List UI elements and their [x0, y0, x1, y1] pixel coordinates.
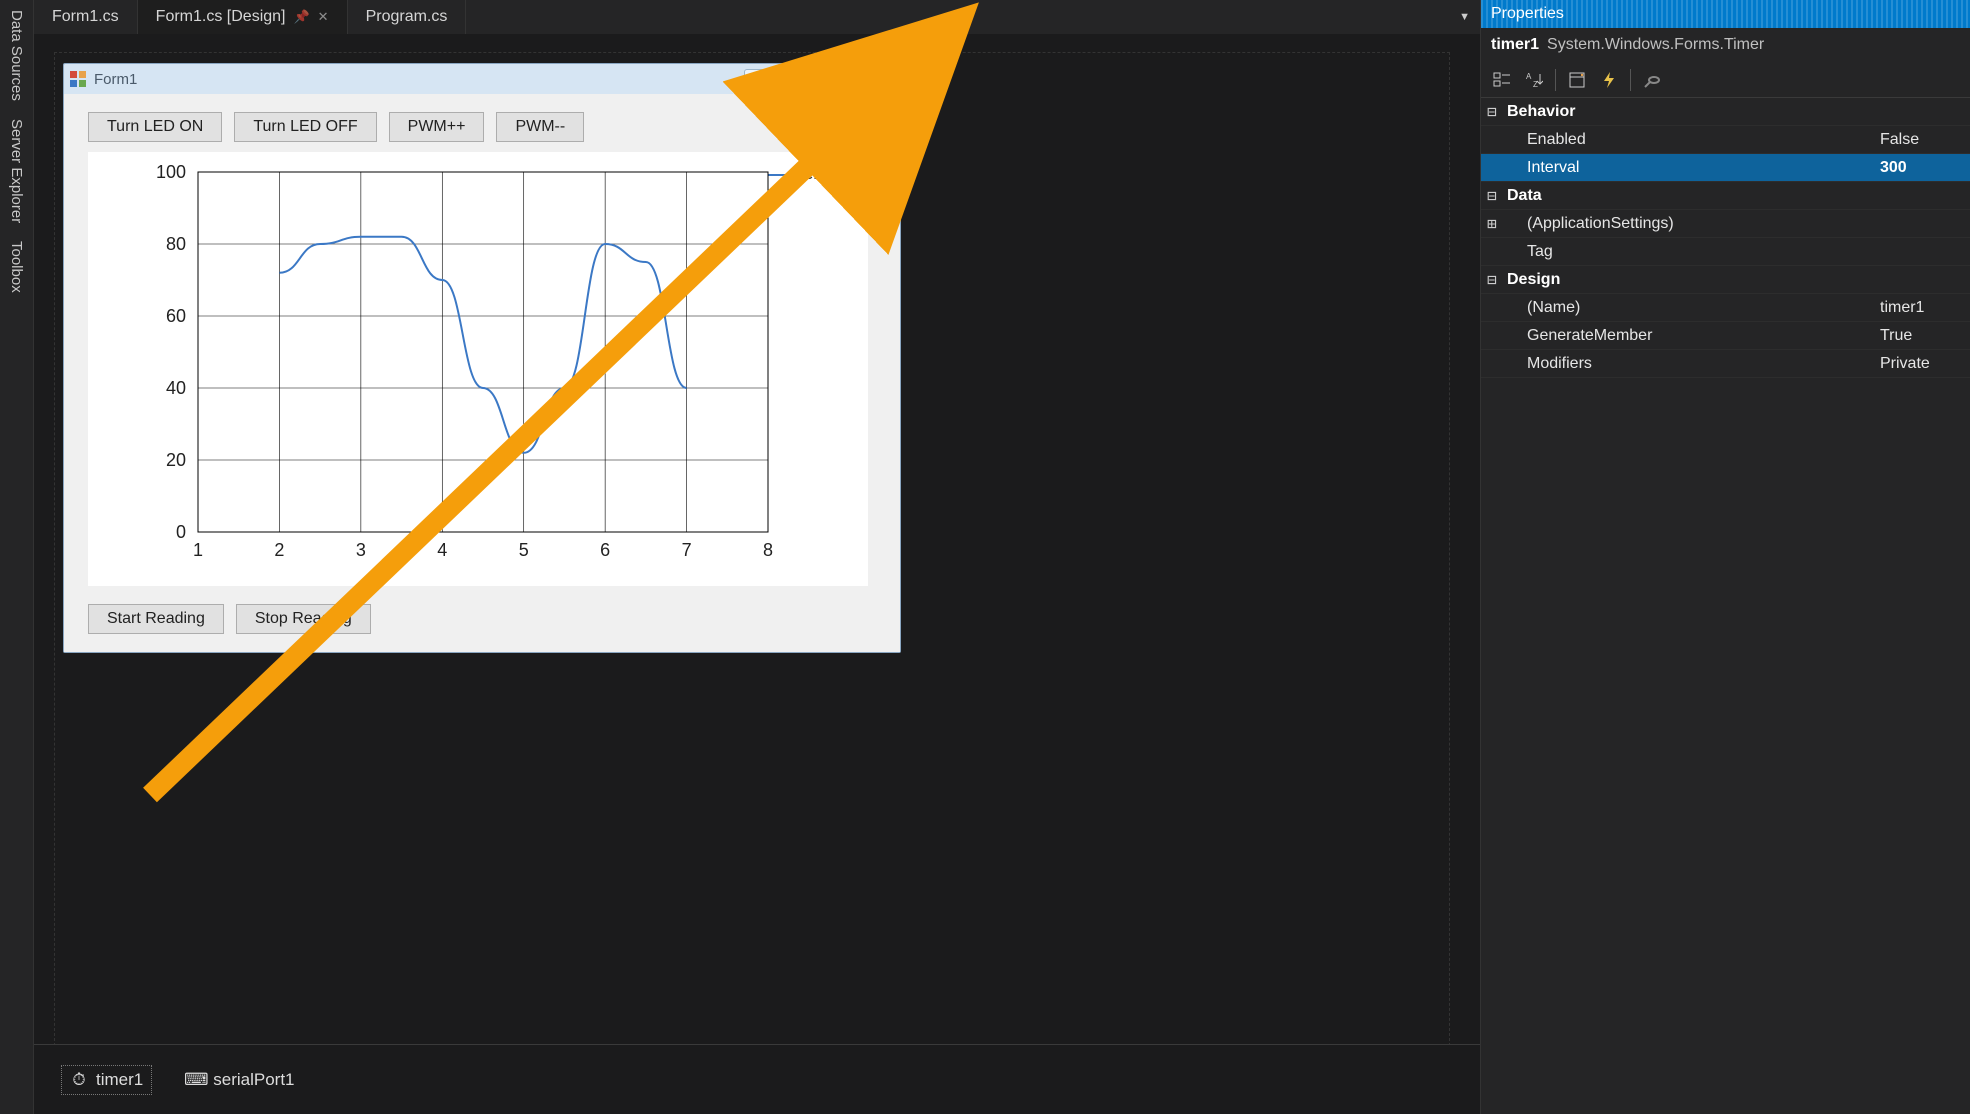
- prop-category[interactable]: ⊟Design: [1481, 266, 1970, 294]
- tab-overflow-button[interactable]: ▼: [1449, 0, 1480, 34]
- close-window-icon[interactable]: ✕: [852, 69, 894, 89]
- prop-category[interactable]: ⊟Data: [1481, 182, 1970, 210]
- properties-view-button[interactable]: [1562, 66, 1592, 94]
- document-tabs: Form1.cs Form1.cs [Design] 📌 ✕ Program.c…: [34, 0, 1480, 34]
- serial-port-icon: ⌨: [187, 1071, 205, 1089]
- collapse-icon[interactable]: ⊟: [1481, 186, 1503, 205]
- pwm-decrement-button[interactable]: PWM--: [496, 112, 584, 142]
- maximize-icon[interactable]: ▭: [798, 69, 840, 89]
- selected-object-class: System.Windows.Forms.Timer: [1547, 36, 1764, 54]
- rail-data-sources[interactable]: Data Sources: [8, 10, 25, 101]
- tray-timer-label: timer1: [96, 1070, 143, 1090]
- svg-text:80: 80: [166, 234, 186, 254]
- events-view-button[interactable]: [1594, 66, 1624, 94]
- prop-row[interactable]: ModifiersPrivate: [1481, 350, 1970, 378]
- svg-text:20: 20: [166, 450, 186, 470]
- svg-text:1: 1: [193, 540, 203, 560]
- side-rail: Data Sources Server Explorer Toolbox: [0, 0, 34, 1114]
- svg-text:6: 6: [600, 540, 610, 560]
- form-body: Turn LED ON Turn LED OFF PWM++ PWM-- Ser…: [64, 94, 900, 652]
- stop-reading-button[interactable]: Stop Reading: [236, 604, 371, 634]
- turn-led-off-button[interactable]: Turn LED OFF: [234, 112, 376, 142]
- svg-text:8: 8: [763, 540, 773, 560]
- svg-text:2: 2: [274, 540, 284, 560]
- properties-panel: Properties timer1 System.Windows.Forms.T…: [1480, 0, 1970, 1114]
- tray-serial-label: serialPort1: [213, 1070, 294, 1090]
- form-title-text: Form1: [94, 71, 137, 88]
- prop-row[interactable]: EnabledFalse: [1481, 126, 1970, 154]
- svg-text:5: 5: [519, 540, 529, 560]
- svg-text:3: 3: [356, 540, 366, 560]
- pin-icon[interactable]: 📌: [293, 9, 309, 25]
- selected-object-name: timer1: [1491, 36, 1539, 54]
- turn-led-on-button[interactable]: Turn LED ON: [88, 112, 222, 142]
- rail-toolbox[interactable]: Toolbox: [8, 241, 25, 293]
- properties-toolbar: AZ: [1481, 62, 1970, 98]
- close-icon[interactable]: ✕: [318, 9, 329, 25]
- prop-row[interactable]: Interval300: [1481, 154, 1970, 182]
- prop-row[interactable]: Tag: [1481, 238, 1970, 266]
- timer-icon: ⏱: [70, 1071, 88, 1089]
- tab-program-cs[interactable]: Program.cs: [348, 0, 467, 34]
- tray-timer1[interactable]: ⏱ timer1: [62, 1066, 151, 1094]
- minimize-icon[interactable]: —: [744, 69, 786, 89]
- properties-grid[interactable]: ⊟BehaviorEnabledFalseInterval300⊟Data⊞(A…: [1481, 98, 1970, 1114]
- form-app-icon: [70, 71, 86, 87]
- svg-text:7: 7: [682, 540, 692, 560]
- svg-text:100: 100: [156, 162, 186, 182]
- alphabetical-view-button[interactable]: AZ: [1519, 66, 1549, 94]
- chevron-down-icon: ▼: [1459, 11, 1470, 23]
- svg-text:A: A: [1526, 72, 1532, 81]
- svg-text:4: 4: [437, 540, 447, 560]
- tab-form1-design[interactable]: Form1.cs [Design] 📌 ✕: [138, 0, 348, 34]
- pwm-increment-button[interactable]: PWM++: [389, 112, 485, 142]
- chart-svg: 12345678020406080100: [88, 152, 868, 586]
- categorized-view-button[interactable]: [1487, 66, 1517, 94]
- properties-title[interactable]: Properties: [1481, 0, 1970, 28]
- design-canvas[interactable]: Form1 — ▭ ✕ Turn LED ON Turn LED OFF PWM…: [54, 52, 1450, 1096]
- svg-text:40: 40: [166, 378, 186, 398]
- form-window[interactable]: Form1 — ▭ ✕ Turn LED ON Turn LED OFF PWM…: [63, 63, 901, 653]
- collapse-icon[interactable]: ⊟: [1481, 270, 1503, 289]
- component-tray: ⏱ timer1 ⌨ serialPort1: [34, 1044, 1480, 1114]
- rail-server-explorer[interactable]: Server Explorer: [8, 119, 25, 223]
- svg-text:0: 0: [176, 522, 186, 542]
- property-pages-button[interactable]: [1637, 66, 1667, 94]
- chart-control[interactable]: Series1 12345678020406080100: [88, 152, 868, 586]
- prop-row[interactable]: (Name)timer1: [1481, 294, 1970, 322]
- tray-serialport1[interactable]: ⌨ serialPort1: [179, 1066, 302, 1094]
- collapse-icon[interactable]: ⊟: [1481, 102, 1503, 121]
- svg-text:60: 60: [166, 306, 186, 326]
- designer-surface: Form1 — ▭ ✕ Turn LED ON Turn LED OFF PWM…: [34, 34, 1480, 1114]
- prop-category[interactable]: ⊟Behavior: [1481, 98, 1970, 126]
- prop-row[interactable]: GenerateMemberTrue: [1481, 322, 1970, 350]
- form-titlebar: Form1 — ▭ ✕: [64, 64, 900, 94]
- start-reading-button[interactable]: Start Reading: [88, 604, 224, 634]
- tab-form1-cs[interactable]: Form1.cs: [34, 0, 138, 34]
- properties-object-selector[interactable]: timer1 System.Windows.Forms.Timer: [1481, 28, 1970, 62]
- prop-row[interactable]: ⊞(ApplicationSettings): [1481, 210, 1970, 238]
- expand-icon[interactable]: ⊞: [1481, 214, 1503, 233]
